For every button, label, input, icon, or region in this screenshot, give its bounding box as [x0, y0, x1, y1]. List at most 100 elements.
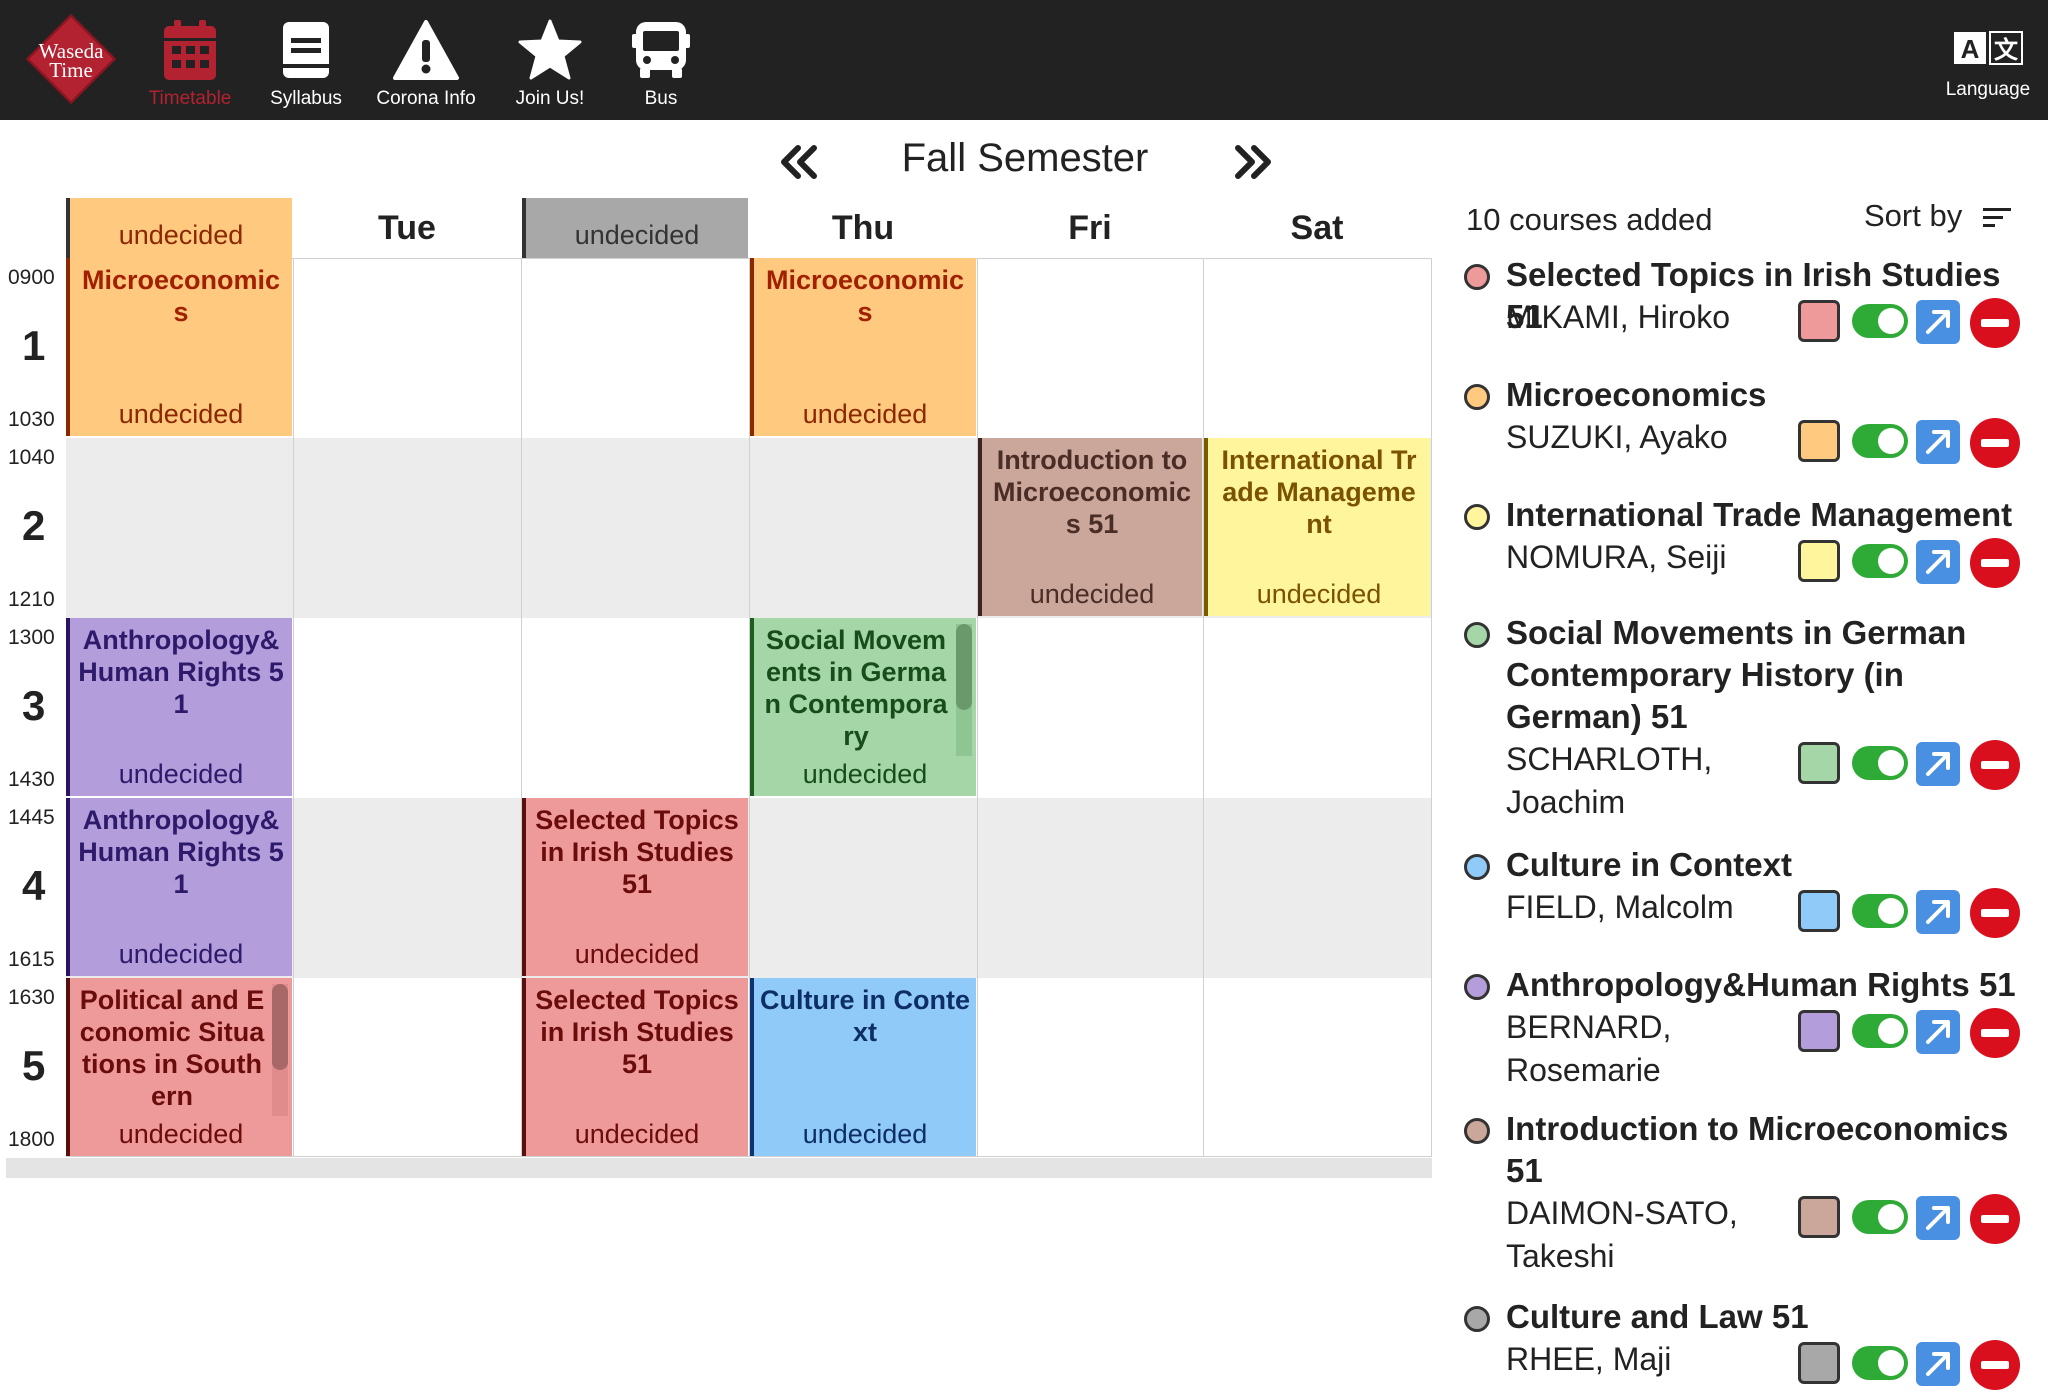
period-end-time: 1800 [8, 1128, 55, 1151]
course-list-title[interactable]: Introduction to Microeconomics 51 [1506, 1108, 2026, 1192]
external-link-arrow-icon [1926, 1020, 1950, 1044]
nav-corona-info[interactable]: Corona Info [366, 18, 486, 110]
course-cell-location: undecided [118, 1119, 244, 1149]
course-list-instructor: DAIMON-SATO, Takeshi [1506, 1195, 1738, 1274]
course-cell-thu-3[interactable]: Social Movements in German Contemporary … [750, 618, 976, 796]
double-chevron-left-icon[interactable] [778, 142, 822, 182]
remove-course-button[interactable] [1970, 538, 2020, 588]
course-cell-wed-4[interactable]: Selected Topics in Irish Studies 51 unde… [522, 798, 748, 976]
remove-course-button[interactable] [1970, 888, 2020, 938]
course-color-picker[interactable] [1798, 1196, 1840, 1238]
nav-bus[interactable]: Bus [616, 18, 706, 110]
translate-icon: A 文 [1954, 31, 2023, 65]
course-cell-wed-5[interactable]: Selected Topics in Irish Studies 51 unde… [522, 978, 748, 1156]
course-list-title[interactable]: Culture in Context [1506, 844, 2026, 886]
remove-course-button[interactable] [1970, 1194, 2020, 1244]
course-list-title[interactable]: Culture and Law 51 [1506, 1296, 2026, 1338]
course-cell-location: undecided [802, 1119, 928, 1149]
course-list-title[interactable]: Social Movements in German Contemporary … [1506, 612, 2026, 738]
course-cell-thu-5[interactable]: Culture in Context undecided [750, 978, 976, 1156]
toggle-knob [1878, 898, 1904, 924]
course-color-picker[interactable] [1798, 300, 1840, 342]
course-cell-location: undecided [118, 759, 244, 789]
course-count: 10 courses added [1466, 202, 1713, 237]
course-color-picker[interactable] [1798, 1342, 1840, 1384]
toggle-knob [1878, 1204, 1904, 1230]
open-syllabus-button[interactable] [1916, 300, 1960, 344]
course-cell-title: Political and Economic Situations in Sou… [79, 985, 265, 1111]
course-cell-mon-3[interactable]: Anthropology& Human Rights 51 undecided [66, 618, 292, 796]
period-start-time: 1445 [8, 806, 55, 829]
double-chevron-right-icon[interactable] [1230, 142, 1274, 182]
external-link-arrow-icon [1926, 550, 1950, 574]
course-list-instructor: NOMURA, Seiji [1506, 539, 1727, 575]
course-list-item: Anthropology&Human Rights 51 BERNARD, Ros… [1460, 964, 2020, 1124]
course-color-picker[interactable] [1798, 540, 1840, 582]
nav-join-us[interactable]: Join Us! [504, 18, 596, 110]
course-color-dot [1464, 622, 1490, 648]
course-cell-title: Social Movements in German Contemporary [764, 625, 948, 751]
sort-by-button[interactable]: Sort by [1864, 198, 2013, 234]
visibility-toggle[interactable] [1852, 424, 1908, 458]
course-color-picker[interactable] [1798, 420, 1840, 462]
course-cell-mon-5[interactable]: Political and Economic Situations in Sou… [66, 978, 292, 1156]
course-list-title[interactable]: Microeconomics [1506, 374, 2026, 416]
course-list-instructor: SUZUKI, Ayako [1506, 419, 1728, 455]
course-list-title[interactable]: International Trade Management [1506, 494, 2026, 536]
course-cell-sat-2[interactable]: International Trade Management undecided [1204, 438, 1430, 616]
course-cell-fri-2[interactable]: Introduction to Microeconomic s 51 undec… [978, 438, 1202, 616]
course-color-picker[interactable] [1798, 890, 1840, 932]
toggle-knob [1878, 548, 1904, 574]
language-label: Language [1945, 79, 2031, 100]
remove-course-button[interactable] [1970, 1340, 2020, 1390]
timetable-horizontal-scrollbar[interactable] [6, 1158, 1432, 1178]
course-list-actions [1798, 298, 2028, 348]
course-cell-location: undecided [1256, 579, 1382, 609]
visibility-toggle[interactable] [1852, 1200, 1908, 1234]
minus-icon [1981, 559, 2009, 567]
open-syllabus-button[interactable] [1916, 742, 1960, 786]
open-syllabus-button[interactable] [1916, 890, 1960, 934]
language-switcher[interactable]: A 文 Language [1940, 30, 2036, 101]
open-syllabus-button[interactable] [1916, 1342, 1960, 1386]
nav-timetable[interactable]: Timetable [142, 18, 238, 110]
grid-line [293, 258, 294, 1156]
visibility-toggle[interactable] [1852, 304, 1908, 338]
minus-icon [1981, 319, 2009, 327]
course-cell-thu-1[interactable]: Microeconomic s undecided [750, 258, 976, 436]
top-navigation-bar: Waseda Time Timetable Syllabus Corona Inf… [0, 0, 2048, 120]
course-cell-location: undecided [118, 399, 244, 429]
visibility-toggle[interactable] [1852, 544, 1908, 578]
waseda-time-logo[interactable]: Waseda Time [25, 13, 117, 105]
visibility-toggle[interactable] [1852, 746, 1908, 780]
visibility-toggle[interactable] [1852, 1014, 1908, 1048]
remove-course-button[interactable] [1970, 298, 2020, 348]
cell-scrollbar-thumb[interactable] [272, 984, 288, 1070]
sort-by-label: Sort by [1864, 198, 1963, 233]
nav-timetable-label: Timetable [148, 88, 232, 109]
period-label-5: 1630 5 1800 [0, 978, 66, 1158]
visibility-toggle[interactable] [1852, 1346, 1908, 1380]
nav-syllabus[interactable]: Syllabus [258, 18, 354, 110]
course-cell-location: undecided [802, 759, 928, 789]
nav-bus-label: Bus [644, 88, 678, 109]
remove-course-button[interactable] [1970, 1008, 2020, 1058]
course-color-dot [1464, 504, 1490, 530]
remove-course-button[interactable] [1970, 740, 2020, 790]
cell-scrollbar-thumb[interactable] [956, 624, 972, 710]
open-syllabus-button[interactable] [1916, 540, 1960, 584]
course-cell-mon-4[interactable]: Anthropology& Human Rights 51 undecided [66, 798, 292, 976]
course-color-picker[interactable] [1798, 1010, 1840, 1052]
course-cell-location: undecided [802, 399, 928, 429]
course-cell-mon-1[interactable]: Microeconomic s undecided [66, 258, 292, 436]
course-color-picker[interactable] [1798, 742, 1840, 784]
open-syllabus-button[interactable] [1916, 420, 1960, 464]
course-list-title[interactable]: Anthropology&Human Rights 51 [1506, 964, 2026, 1006]
remove-course-button[interactable] [1970, 418, 2020, 468]
open-syllabus-button[interactable] [1916, 1010, 1960, 1054]
open-syllabus-button[interactable] [1916, 1196, 1960, 1240]
period-number: 5 [22, 1042, 46, 1089]
visibility-toggle[interactable] [1852, 894, 1908, 928]
minus-icon [1981, 909, 2009, 917]
period-end-time: 1210 [8, 588, 55, 611]
